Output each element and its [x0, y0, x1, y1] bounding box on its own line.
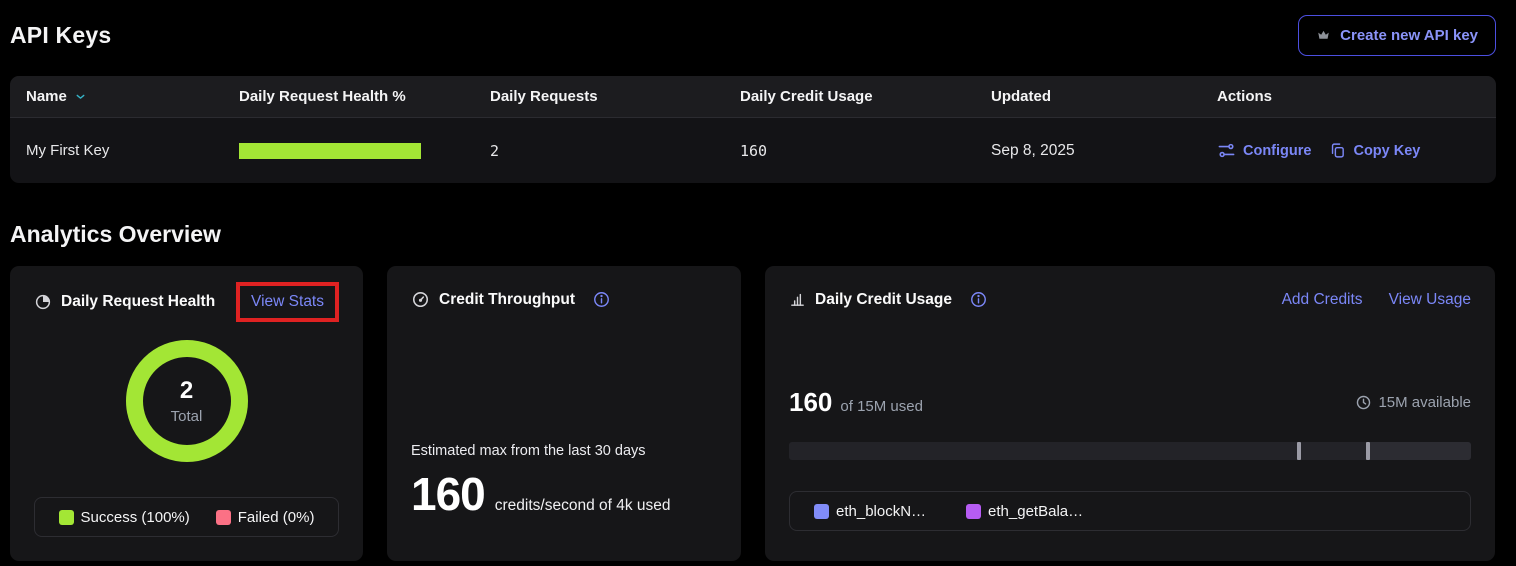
legend-eth-getbalance-label: eth_getBala…: [988, 503, 1083, 520]
credits-available-label: 15M available: [1378, 394, 1471, 411]
daily-credit-usage-value: 160: [724, 142, 975, 160]
clock-icon: [1355, 394, 1372, 411]
view-stats-link[interactable]: View Stats: [251, 293, 324, 310]
credit-throughput-header: Credit Throughput: [411, 290, 717, 309]
progress-marker-2: [1366, 442, 1370, 460]
updated-date: Sep 8, 2025: [975, 142, 1201, 160]
dashboard-page: API Keys Create new API key Name Daily R…: [0, 0, 1516, 561]
throughput-subtitle: Estimated max from the last 30 days: [411, 443, 717, 459]
crown-icon: [1316, 28, 1331, 42]
create-api-key-label: Create new API key: [1340, 27, 1478, 44]
legend-failed-label: Failed (0%): [238, 509, 315, 526]
progress-tail-segment: [1370, 442, 1471, 460]
api-key-name: My First Key: [10, 142, 223, 159]
throughput-value: 160: [411, 467, 485, 521]
credits-used-value: 160: [789, 387, 832, 418]
credit-throughput-title: Credit Throughput: [439, 291, 575, 309]
sliders-icon: [1217, 141, 1236, 160]
daily-credit-usage-title: Daily Credit Usage: [815, 291, 952, 309]
table-header-row: Name Daily Request Health % Daily Reques…: [10, 76, 1496, 118]
eth-blocknumber-swatch: [814, 504, 829, 519]
daily-requests-value: 2: [474, 142, 724, 160]
health-bar-cell: [223, 143, 474, 159]
column-header-name[interactable]: Name: [10, 88, 223, 105]
request-health-donut-wrap: 2 Total: [34, 340, 339, 462]
legend-item-eth-getbalance: eth_getBala…: [966, 503, 1083, 520]
credits-used-caption: of 15M used: [840, 398, 923, 415]
request-health-legend: Success (100%) Failed (0%): [34, 497, 339, 537]
credits-available: 15M available: [1355, 394, 1471, 411]
legend-item-eth-blocknumber: eth_blockN…: [814, 503, 926, 520]
throughput-value-row: 160 credits/second of 4k used: [411, 467, 717, 521]
configure-label: Configure: [1243, 143, 1311, 159]
column-header-actions: Actions: [1201, 88, 1496, 105]
configure-button[interactable]: Configure: [1217, 141, 1311, 160]
bar-chart-icon: [789, 291, 806, 308]
legend-success-label: Success (100%): [81, 509, 190, 526]
daily-credit-usage-info-button[interactable]: [969, 290, 988, 309]
health-bar: [239, 143, 421, 159]
gauge-icon: [411, 290, 430, 309]
page-title: API Keys: [10, 22, 111, 49]
donut-total-label: Total: [171, 408, 203, 425]
column-header-health: Daily Request Health %: [223, 88, 474, 105]
daily-credit-usage-header: Daily Credit Usage Add Credits View Usag…: [789, 290, 1471, 309]
copy-key-label: Copy Key: [1353, 143, 1420, 159]
usage-stats-row: 160 of 15M used 15M available: [789, 387, 1471, 418]
eth-getbalance-swatch: [966, 504, 981, 519]
add-credits-link[interactable]: Add Credits: [1282, 291, 1363, 309]
create-api-key-button[interactable]: Create new API key: [1298, 15, 1496, 56]
api-keys-table: Name Daily Request Health % Daily Reques…: [10, 76, 1496, 183]
daily-request-health-card: Daily Request Health View Stats 2 Total …: [10, 266, 363, 561]
column-header-name-label: Name: [26, 88, 67, 105]
analytics-overview-title: Analytics Overview: [10, 221, 1496, 248]
legend-eth-blocknumber-label: eth_blockN…: [836, 503, 926, 520]
info-icon: [592, 290, 611, 309]
throughput-value-caption: credits/second of 4k used: [495, 497, 671, 515]
credit-throughput-info-button[interactable]: [592, 290, 611, 309]
success-swatch: [59, 510, 74, 525]
failed-swatch: [216, 510, 231, 525]
actions-cell: Configure Copy Key: [1201, 141, 1496, 160]
column-header-daily-requests: Daily Requests: [474, 88, 724, 105]
copy-icon: [1329, 142, 1346, 159]
sort-chevron-down-icon[interactable]: [74, 90, 87, 103]
daily-request-health-title: Daily Request Health: [61, 293, 215, 311]
copy-key-button[interactable]: Copy Key: [1329, 142, 1420, 159]
credit-usage-progress-bar: [789, 442, 1471, 460]
column-header-updated: Updated: [975, 88, 1201, 105]
pie-chart-icon: [34, 293, 52, 311]
request-health-donut-chart: 2 Total: [126, 340, 248, 462]
table-row: My First Key 2 160 Sep 8, 2025 Configure: [10, 118, 1496, 183]
legend-item-failed: Failed (0%): [216, 509, 315, 526]
credit-throughput-card: Credit Throughput Estimated max from the…: [387, 266, 741, 561]
view-usage-link[interactable]: View Usage: [1389, 291, 1471, 309]
legend-item-success: Success (100%): [59, 509, 190, 526]
donut-total-value: 2: [180, 377, 193, 405]
credit-usage-legend: eth_blockN… eth_getBala…: [789, 491, 1471, 531]
progress-marker-1: [1297, 442, 1301, 460]
usage-header-links: Add Credits View Usage: [1282, 291, 1471, 309]
topbar: API Keys Create new API key: [10, 12, 1496, 58]
analytics-cards: Daily Request Health View Stats 2 Total …: [10, 266, 1496, 561]
column-header-daily-credit-usage: Daily Credit Usage: [724, 88, 975, 105]
click-highlight-annotation: View Stats: [236, 282, 339, 322]
info-icon: [969, 290, 988, 309]
daily-request-health-header: Daily Request Health View Stats: [34, 282, 339, 322]
daily-credit-usage-card: Daily Credit Usage Add Credits View Usag…: [765, 266, 1495, 561]
